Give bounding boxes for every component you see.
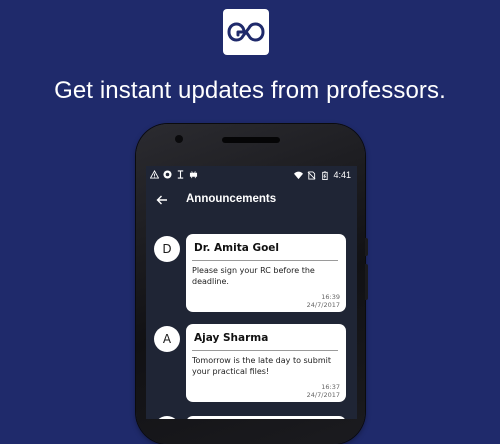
announcement-item[interactable]: A Ajay Sharma Tomorrow is the late day t… — [146, 322, 357, 404]
front-camera — [175, 135, 183, 143]
announcement-date: 24/7/2017 — [306, 391, 340, 399]
announcement-message: Please sign your RC before the deadline. — [192, 266, 315, 286]
divider — [192, 260, 338, 261]
announcement-timestamp: 16:39 24/7/2017 — [307, 293, 340, 309]
sender-name: Dr. Amita Goel — [194, 242, 280, 254]
record-icon — [163, 170, 172, 179]
tagline: Get instant updates from professors. — [54, 77, 446, 104]
announcement-date: 24/7/2017 — [306, 301, 340, 309]
status-bar: 4:41 — [146, 166, 357, 186]
announcement-card[interactable]: Ajay Sharma Tomorrow is the late day to … — [186, 324, 346, 402]
announcement-timestamp: 16:37 24/7/2017 — [307, 383, 340, 399]
app-logo — [223, 9, 269, 55]
avatar: D — [154, 236, 180, 262]
battery-icon — [322, 170, 329, 180]
announcement-message: Tomorrow is the late day to submit your … — [192, 356, 331, 376]
announcement-item[interactable]: D Dr. Amita Goel Please sign your RC bef… — [146, 232, 357, 314]
avatar: A — [154, 326, 180, 352]
volume-button — [365, 238, 368, 256]
announcement-card[interactable]: Dr. Amita Goel Please sign your RC befor… — [186, 234, 346, 312]
no-sim-icon — [308, 170, 316, 180]
wifi-icon — [294, 171, 304, 179]
warning-icon — [150, 170, 159, 179]
power-button — [365, 264, 368, 300]
earpiece-speaker — [222, 137, 280, 143]
signal-icon — [177, 170, 184, 179]
announcement-time: 16:39 — [321, 293, 340, 301]
back-button[interactable] — [154, 192, 170, 208]
go-infinity-logo-icon — [227, 22, 265, 42]
announcement-time: 16:37 — [321, 383, 340, 391]
divider — [192, 350, 338, 351]
status-time: 4:41 — [333, 170, 351, 180]
phone-screen: 4:41 Announcements D Dr. Amita Goel Plea… — [146, 166, 357, 419]
back-arrow-icon — [156, 195, 167, 205]
page-title: Announcements — [186, 193, 277, 205]
sender-name: Ajay Sharma — [194, 332, 269, 344]
app-bar: Announcements — [146, 186, 357, 214]
android-icon — [189, 171, 198, 179]
